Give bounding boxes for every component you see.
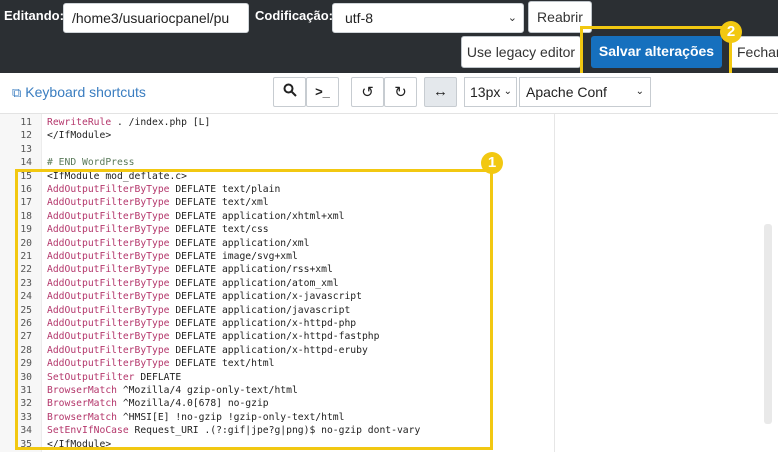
highlight-box-code [15, 169, 493, 450]
redo-button[interactable]: ↻ [384, 77, 417, 107]
redo-icon: ↻ [394, 84, 407, 101]
line-number: 14 [20, 157, 32, 169]
search-button[interactable] [273, 77, 306, 107]
editor-toolbar: ⧉ Keyboard shortcuts >_ ↺ ↻ ↔ 13px ⌄ Apac… [0, 73, 778, 113]
step-badge-1: 1 [481, 152, 503, 174]
terminal-icon: >_ [315, 84, 330, 99]
encoding-label: Codificação: [255, 8, 334, 23]
encoding-value: utf-8 [345, 10, 374, 26]
code-line: 13 [0, 143, 554, 156]
print-margin [554, 114, 555, 452]
code-text: RewriteRule . /index.php [L] [47, 116, 210, 129]
line-number: 12 [20, 130, 32, 142]
encoding-select[interactable]: utf-8 ⌄ [332, 3, 524, 33]
keyboard-shortcuts-link[interactable]: ⧉ Keyboard shortcuts [12, 84, 146, 101]
undo-icon: ↺ [361, 84, 374, 101]
code-line: 11 RewriteRule . /index.php [L] [0, 116, 554, 129]
code-text: # END WordPress [47, 156, 135, 169]
line-number: 13 [20, 143, 32, 155]
external-link-icon: ⧉ [12, 85, 22, 100]
search-icon [283, 83, 297, 97]
editor-scrollbar[interactable] [764, 224, 772, 424]
terminal-button[interactable]: >_ [306, 77, 339, 107]
code-arguments: . /index.php [L] [111, 117, 211, 128]
code-text: </IfModule> [47, 129, 111, 142]
syntax-mode-select[interactable]: Apache Conf ⌄ [519, 77, 651, 107]
font-size-value: 13px [470, 84, 501, 100]
code-line: 14 # END WordPress [0, 156, 554, 169]
word-wrap-button[interactable]: ↔ [424, 77, 457, 107]
font-size-select[interactable]: 13px ⌄ [464, 77, 517, 107]
code-line: 12 </IfModule> [0, 129, 554, 142]
chevron-down-icon: ⌄ [635, 86, 644, 97]
use-legacy-editor-button[interactable]: Use legacy editor [461, 36, 581, 68]
code-directive: RewriteRule [47, 117, 112, 128]
undo-button[interactable]: ↺ [351, 77, 384, 107]
line-number: 11 [20, 117, 32, 128]
chevron-down-icon: ⌄ [507, 12, 517, 24]
editing-label: Editando: [4, 8, 64, 23]
chevron-down-icon: ⌄ [503, 86, 512, 97]
wrap-icon: ↔ [433, 83, 448, 100]
keyboard-shortcuts-label: Keyboard shortcuts [25, 84, 146, 100]
step-badge-2: 2 [720, 21, 742, 43]
syntax-mode-value: Apache Conf [526, 84, 607, 100]
code-comment: # END WordPress [47, 157, 135, 169]
highlight-box-save [580, 26, 732, 76]
code-arguments: </IfModule> [47, 130, 112, 142]
file-path-input[interactable]: /home3/usuariocpanel/pu [63, 3, 249, 33]
